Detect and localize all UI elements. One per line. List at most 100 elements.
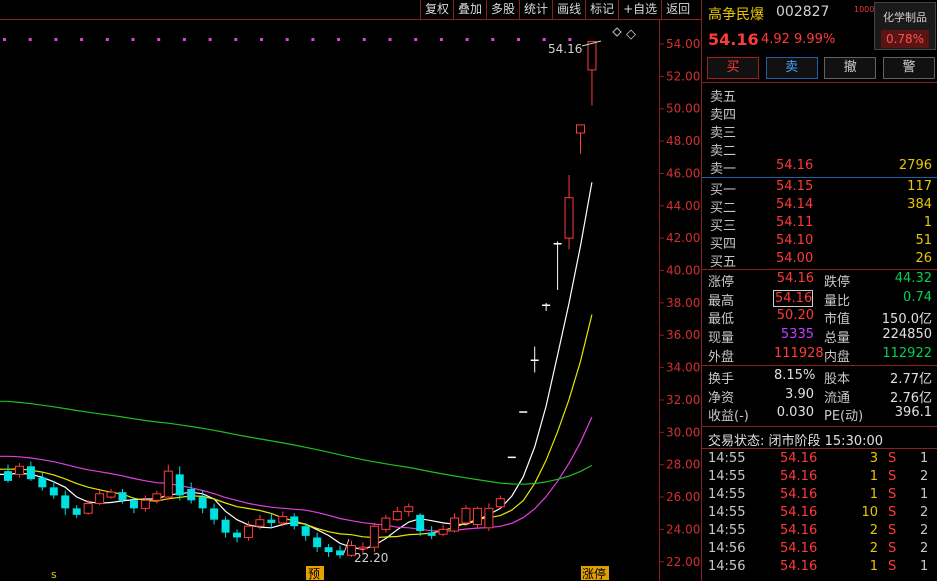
- ask-row[interactable]: 卖三: [702, 122, 937, 141]
- ask-row[interactable]: 卖四: [702, 104, 937, 123]
- ask-price: 54.16: [776, 158, 814, 173]
- toolbar-button[interactable]: +自选: [618, 0, 661, 19]
- toolbar-button[interactable]: 返回: [661, 0, 694, 19]
- buy-button[interactable]: 买: [707, 57, 759, 79]
- candle-body: [129, 500, 138, 509]
- sector-pct: 0.78%: [881, 30, 929, 48]
- candle: [267, 513, 276, 528]
- tick-price: 54.16: [780, 541, 818, 556]
- quote-label: PE(动): [824, 409, 864, 424]
- toolbar-button[interactable]: 统计: [519, 0, 552, 19]
- tick-row: 14:56 54.16 2 S 2: [702, 541, 937, 559]
- price-change: 4.92: [761, 32, 790, 47]
- bid-price: 54.11: [776, 215, 814, 230]
- candle: [461, 505, 471, 527]
- diamond-icon[interactable]: [612, 27, 622, 37]
- candle-body: [542, 304, 551, 306]
- tick-vol: 1: [869, 487, 878, 502]
- candle-body: [381, 517, 391, 530]
- candle-body: [416, 514, 425, 532]
- stock-badge: 1000: [854, 5, 875, 14]
- candle: [553, 241, 562, 290]
- candle-body: [495, 498, 505, 508]
- price-tick-label: 34.00: [666, 361, 700, 375]
- quote-value: 150.0亿: [881, 312, 932, 327]
- signal-dot: [439, 38, 443, 41]
- quote-label: 跌停: [824, 275, 851, 290]
- candle: [564, 175, 574, 250]
- candle-body: [553, 243, 562, 245]
- chart-toolbar: 复权 叠加 多股 统计 画线 标记 +自选 返回: [420, 0, 694, 19]
- signal-dot: [362, 38, 366, 41]
- candle-body: [14, 465, 24, 475]
- bid-row[interactable]: 买二 54.14 384: [702, 197, 937, 216]
- candle: [152, 490, 162, 504]
- candle: [233, 529, 241, 543]
- candle: [427, 526, 436, 540]
- stock-name[interactable]: 高争民爆: [708, 4, 764, 24]
- tick-time: 14:55: [708, 469, 746, 484]
- candle: [26, 461, 35, 481]
- sell-button[interactable]: 卖: [765, 57, 818, 79]
- signal-dot: [388, 38, 392, 41]
- signal-dot: [465, 38, 469, 41]
- candle-body: [519, 411, 528, 413]
- candle-body: [210, 508, 219, 520]
- toolbar-button[interactable]: 多股: [486, 0, 519, 19]
- divider: [702, 82, 937, 83]
- tick-side: S: [888, 559, 897, 574]
- quote-row: 最低 50.20 市值 150.0亿: [702, 308, 937, 327]
- toolbar-button[interactable]: 叠加: [453, 0, 486, 19]
- tick-vol: 1: [869, 559, 878, 574]
- quote-row: 最高 54.16 量比 0.74: [702, 290, 937, 309]
- candle-body: [369, 525, 379, 548]
- ask-row[interactable]: 卖二: [702, 140, 937, 159]
- candles: [4, 40, 597, 559]
- quote-label: 量比: [824, 294, 851, 309]
- price-tick-label: 26.00: [666, 490, 700, 504]
- candle-body: [404, 506, 414, 513]
- divider: [702, 269, 937, 270]
- sector-box[interactable]: 化学制品 0.78%: [874, 2, 936, 50]
- cancel-button[interactable]: 撤: [824, 57, 877, 79]
- price-tick-label: 42.00: [666, 231, 700, 245]
- ask-row[interactable]: 卖五: [702, 86, 937, 105]
- tick-time: 14:56: [708, 541, 746, 556]
- signal-dot: [28, 38, 32, 41]
- quote-row: 现量 5335 总量 224850: [702, 327, 937, 346]
- ma-line: [0, 400, 593, 485]
- tick-count: 2: [920, 505, 929, 520]
- signal-dot: [157, 38, 161, 41]
- alert-button[interactable]: 警: [882, 57, 935, 79]
- toolbar-button[interactable]: 画线: [552, 0, 585, 19]
- quote-label: 净资: [708, 391, 735, 406]
- candle-body: [484, 507, 494, 529]
- candle-body: [290, 516, 299, 527]
- expand-icon[interactable]: ◇: [626, 27, 636, 42]
- bid-row[interactable]: 买一 54.15 117: [702, 179, 937, 198]
- bid-row[interactable]: 买四 54.10 51: [702, 233, 937, 252]
- tick-price: 54.16: [780, 451, 818, 466]
- bid-row[interactable]: 买三 54.11 1: [702, 215, 937, 234]
- quote-value: 396.1: [894, 405, 932, 420]
- candle: [507, 456, 516, 459]
- bid-vol: 26: [915, 251, 932, 266]
- tick-side: S: [888, 505, 897, 520]
- tick-price: 54.16: [780, 505, 818, 520]
- candlestick-chart[interactable]: 54.00 52.00 50.00 48.00 46.00 44.00 42.00 40.00…: [0, 19, 701, 581]
- price-tick-label: 48.00: [666, 134, 700, 148]
- candle-body: [267, 519, 276, 523]
- candle: [61, 490, 70, 515]
- toolbar-button[interactable]: 标记: [585, 0, 618, 19]
- signal-dot: [131, 38, 135, 41]
- tick-count: 2: [920, 469, 929, 484]
- tick-vol: 10: [861, 505, 878, 520]
- toolbar-button[interactable]: 复权: [420, 0, 453, 19]
- candle-body: [461, 507, 471, 524]
- price-tick-label: 22.00: [666, 555, 700, 569]
- signal-dot: [542, 38, 546, 41]
- candle-body: [450, 517, 460, 532]
- bid-row[interactable]: 买五 54.00 26: [702, 251, 937, 270]
- signal-dot: [517, 38, 520, 41]
- ask-row[interactable]: 卖一 54.16 2796: [702, 158, 937, 177]
